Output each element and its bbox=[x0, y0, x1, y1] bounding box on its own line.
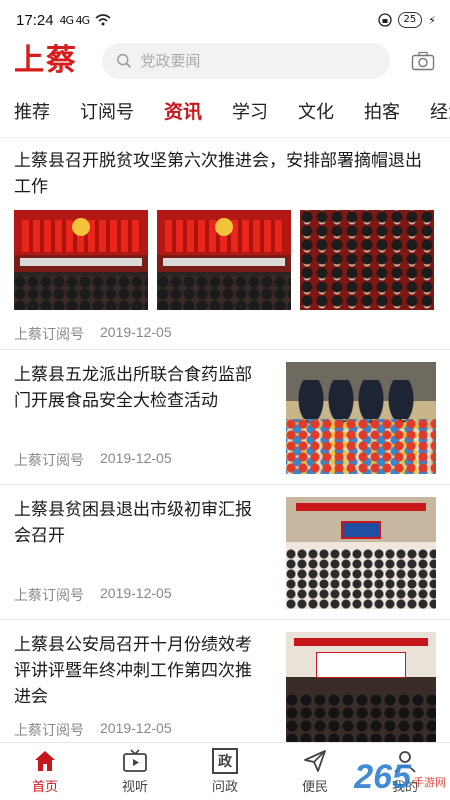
bottom-navigation: 首页 视听 政 问政 便民 我的 bbox=[0, 742, 450, 800]
news-feed: 上蔡县召开脱贫攻坚第六次推进会，安排部署摘帽退出工作 上蔡订阅号 2019-12… bbox=[0, 138, 450, 742]
category-tabs: 推荐 订阅号 资讯 学习 文化 拍客 经济 bbox=[0, 84, 450, 138]
camera-button[interactable] bbox=[408, 46, 438, 76]
news-image bbox=[14, 210, 148, 310]
charging-icon: ⚡ bbox=[428, 13, 436, 27]
news-image bbox=[300, 210, 434, 310]
news-item[interactable]: 上蔡县公安局召开十月份绩效考评讲评暨年终冲刺工作第四次推进会 上蔡订阅号 201… bbox=[0, 620, 450, 742]
search-bar[interactable] bbox=[102, 43, 390, 79]
nav-audio-video[interactable]: 视听 bbox=[90, 743, 180, 800]
battery-icon: 25 bbox=[397, 12, 423, 28]
news-image bbox=[286, 497, 436, 609]
inquiry-icon: 政 bbox=[212, 748, 238, 774]
news-date: 2019-12-05 bbox=[100, 450, 172, 466]
search-icon bbox=[117, 53, 132, 68]
news-source: 上蔡订阅号 bbox=[14, 327, 84, 343]
nav-home[interactable]: 首页 bbox=[0, 743, 90, 800]
nav-audio-video-label: 视听 bbox=[121, 780, 148, 795]
news-date: 2019-12-05 bbox=[100, 720, 172, 736]
news-title: 上蔡县五龙派出所联合食药监部门开展食品安全大检查活动 bbox=[14, 365, 252, 411]
tab-news[interactable]: 资讯 bbox=[164, 97, 202, 124]
camera-icon bbox=[411, 51, 435, 71]
nav-inquiry[interactable]: 政 问政 bbox=[180, 743, 270, 800]
nav-services-label: 便民 bbox=[301, 780, 328, 795]
search-input[interactable] bbox=[140, 52, 376, 70]
news-title: 上蔡县贫困县退出市级初审汇报会召开 bbox=[14, 500, 252, 546]
news-image bbox=[157, 210, 291, 310]
news-image bbox=[286, 362, 436, 474]
news-image bbox=[286, 632, 436, 742]
nav-home-label: 首页 bbox=[31, 780, 58, 795]
status-bar: 17:24 4G 4G 25 ⚡ bbox=[0, 0, 450, 40]
news-title: 上蔡县召开脱贫攻坚第六次推进会，安排部署摘帽退出工作 bbox=[14, 151, 422, 197]
home-icon bbox=[35, 751, 55, 771]
paper-plane-icon bbox=[304, 750, 326, 772]
news-item[interactable]: 上蔡县五龙派出所联合食药监部门开展食品安全大检查活动 上蔡订阅号 2019-12… bbox=[0, 350, 450, 485]
app-header: 上蔡 bbox=[0, 40, 450, 82]
wifi-icon bbox=[95, 14, 111, 26]
signal-icon: 4G 4G bbox=[59, 13, 91, 27]
profile-icon bbox=[394, 751, 416, 773]
nav-profile[interactable]: 我的 bbox=[360, 743, 450, 800]
tab-recommend[interactable]: 推荐 bbox=[14, 98, 50, 124]
tab-snapshots[interactable]: 拍客 bbox=[364, 98, 400, 124]
news-date: 2019-12-05 bbox=[100, 585, 172, 601]
nav-profile-label: 我的 bbox=[391, 780, 418, 795]
app-logo: 上蔡 bbox=[14, 43, 78, 78]
news-source: 上蔡订阅号 bbox=[14, 453, 84, 469]
news-item[interactable]: 上蔡县召开脱贫攻坚第六次推进会，安排部署摘帽退出工作 上蔡订阅号 2019-12… bbox=[0, 138, 450, 350]
nav-services[interactable]: 便民 bbox=[270, 743, 360, 800]
news-item[interactable]: 上蔡县贫困县退出市级初审汇报会召开 上蔡订阅号 2019-12-05 bbox=[0, 485, 450, 620]
news-source: 上蔡订阅号 bbox=[14, 588, 84, 604]
news-title: 上蔡县公安局召开十月份绩效考评讲评暨年终冲刺工作第四次推进会 bbox=[14, 635, 252, 707]
lock-rotation-icon bbox=[377, 13, 392, 27]
status-time: 17:24 bbox=[16, 11, 54, 29]
tab-culture[interactable]: 文化 bbox=[298, 98, 334, 124]
tab-economy[interactable]: 经济 bbox=[430, 98, 450, 124]
tab-subscriptions[interactable]: 订阅号 bbox=[80, 98, 134, 124]
news-image-group bbox=[14, 210, 436, 310]
news-source: 上蔡订阅号 bbox=[14, 723, 84, 739]
tv-icon bbox=[123, 749, 147, 772]
news-date: 2019-12-05 bbox=[100, 324, 172, 340]
nav-inquiry-label: 问政 bbox=[211, 780, 238, 795]
tab-study[interactable]: 学习 bbox=[232, 98, 268, 124]
